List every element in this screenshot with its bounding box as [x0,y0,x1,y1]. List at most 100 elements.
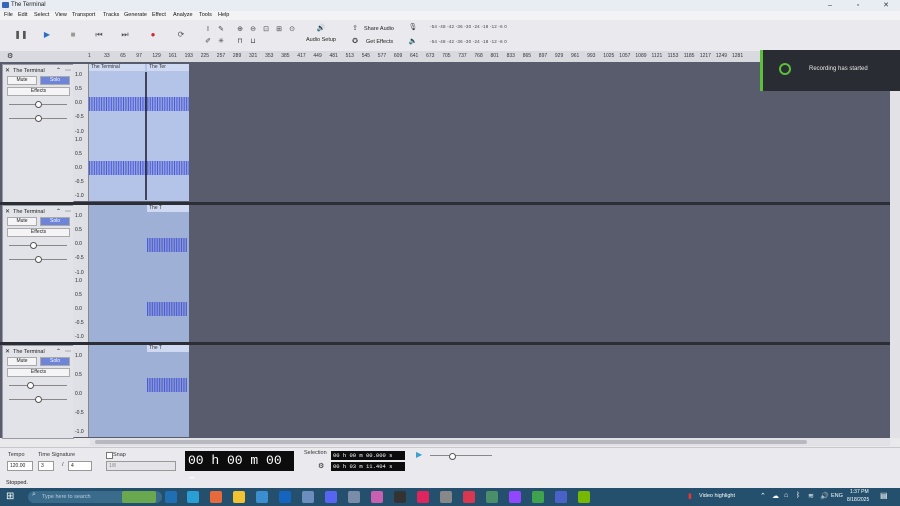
app-icon[interactable] [302,491,314,503]
time-signature-denominator[interactable]: 4 [68,461,92,471]
track-name[interactable]: The Terminal [13,209,45,215]
pan-slider-handle[interactable] [35,115,42,122]
collapse-icon[interactable]: ⌃ [56,67,61,74]
clock-date[interactable]: 8/18/2025 [847,497,869,503]
nvidia-icon[interactable] [578,491,590,503]
trim-icon[interactable]: ⊓ [235,37,245,47]
zoom-in-icon[interactable]: ⊕ [235,25,245,35]
draw-tool-icon[interactable]: ✐ [203,37,213,47]
widget-icon[interactable] [122,491,156,503]
clock-time[interactable]: 1:37 PM [850,489,869,495]
solo-button[interactable]: Solo [40,357,70,366]
clip-header[interactable]: The Ter [147,64,189,71]
bluetooth-icon[interactable]: ᛒ [796,492,800,499]
notification-toast[interactable]: Recording has started [760,50,900,91]
track-name[interactable]: The Terminal [13,68,45,74]
play-at-speed-icon[interactable]: ▶ [416,450,422,459]
time-display[interactable]: 00 h 00 m 00 s [185,451,294,488]
gain-slider-handle[interactable] [27,382,34,389]
playback-meter-scale[interactable]: -54 -48 -42 -36 -30 -24 -18 -12 -6 0 [430,39,507,44]
chevron-up-icon[interactable]: ⌃ [760,492,766,500]
effects-button[interactable]: Effects [7,228,70,237]
app-icon[interactable] [348,491,360,503]
collapse-icon[interactable]: ⌃ [56,208,61,215]
horizontal-scroll-thumb[interactable] [95,440,807,444]
record-meter-scale[interactable]: -54 -48 -42 -36 -30 -24 -18 -12 -6 0 [430,24,507,29]
minimize-button[interactable]: – [816,0,844,11]
selection-end-time[interactable]: 00 h 03 m 11.404 s [331,462,405,471]
menu-edit[interactable]: Edit [18,12,27,18]
close-button[interactable]: ✕ [872,0,900,11]
solo-button[interactable]: Solo [40,76,70,85]
speaker-icon[interactable]: 🔈 [408,37,418,47]
close-track-icon[interactable]: ✕ [5,348,10,355]
menu-analyze[interactable]: Analyze [173,12,193,18]
get-effects-button[interactable]: Get Effects [366,39,393,45]
file-explorer-icon[interactable] [233,491,245,503]
gain-slider-handle[interactable] [35,101,42,108]
playback-speed-slider[interactable] [430,455,492,456]
snap-select[interactable]: 1/8 [106,461,176,471]
close-track-icon[interactable]: ✕ [5,67,10,74]
track-name[interactable]: The Terminal [13,349,45,355]
notification-icon[interactable]: ▤ [880,491,888,500]
app-icon[interactable] [463,491,475,503]
edge-icon[interactable] [187,491,199,503]
multi-tool-icon[interactable]: ✳ [216,37,226,47]
time-signature-numerator[interactable]: 3 [38,461,54,471]
audacity-icon[interactable] [555,491,567,503]
store-icon[interactable] [256,491,268,503]
share-audio-icon[interactable]: ⇪ [350,24,360,34]
outlook-icon[interactable] [279,491,291,503]
audio-setup-button[interactable]: Audio Setup [306,37,336,43]
clip-header[interactable]: The T [147,345,189,352]
menu-transport[interactable]: Transport [72,12,95,18]
get-effects-icon[interactable]: ✪ [350,37,360,47]
playback-speed-handle[interactable] [449,453,456,460]
selection-start-time[interactable]: 00 h 00 m 00.000 s [331,451,405,460]
app-icon[interactable] [371,491,383,503]
effects-button[interactable]: Effects [7,87,70,96]
tempo-input[interactable]: 120.00 [7,461,33,471]
menu-dots-icon[interactable]: ⋯ [65,67,71,74]
menu-select[interactable]: Select [34,12,49,18]
zoom-toggle-icon[interactable]: ⊙ [287,25,297,35]
pan-slider-handle[interactable] [35,256,42,263]
twitch-icon[interactable] [509,491,521,503]
task-view-icon[interactable] [165,491,177,503]
menu-dots-icon[interactable]: ⋯ [65,348,71,355]
app-icon[interactable] [486,491,498,503]
solo-button[interactable]: Solo [40,217,70,226]
audio-setup-icon[interactable]: 🔊 [314,24,328,34]
close-track-icon[interactable]: ✕ [5,208,10,215]
network-icon[interactable]: ⌂ [784,492,788,499]
chrome-icon[interactable] [440,491,452,503]
language-indicator[interactable]: ENG [831,493,843,499]
menu-tracks[interactable]: Tracks [103,12,119,18]
menu-dots-icon[interactable]: ⋯ [65,208,71,215]
fit-selection-icon[interactable]: ⊡ [261,25,271,35]
share-audio-button[interactable]: Share Audio [364,26,394,32]
gain-slider-handle[interactable] [30,242,37,249]
clip-header[interactable]: The T [147,205,189,212]
app-icon[interactable] [417,491,429,503]
loop-button[interactable]: ⟳ [174,28,188,42]
silence-icon[interactable]: ⊔ [248,37,258,47]
gain-slider[interactable] [9,385,67,386]
discord-icon[interactable] [325,491,337,503]
app-icon[interactable] [394,491,406,503]
track-control-panel[interactable]: ✕ The Terminal ⌃ ⋯ Mute Solo Effects [2,64,74,203]
envelope-tool-icon[interactable]: ✎ [216,25,226,35]
volume-icon[interactable]: 🔊 [820,492,829,500]
play-button[interactable]: ▶ [40,28,54,42]
skip-start-button[interactable]: ⏮ [92,28,106,42]
pause-button[interactable]: ❚❚ [14,28,28,42]
app-icon[interactable] [210,491,222,503]
selection-tool-icon[interactable]: I [203,25,213,35]
windows-start-icon[interactable]: ⊞ [6,491,18,503]
collapse-icon[interactable]: ⌃ [56,348,61,355]
video-highlight-text[interactable]: Video highlight [699,493,735,499]
skip-end-button[interactable]: ⏭ [118,28,132,42]
gear-icon[interactable]: ⚙ [7,52,13,60]
cloud-icon[interactable]: ☁ [772,492,779,500]
